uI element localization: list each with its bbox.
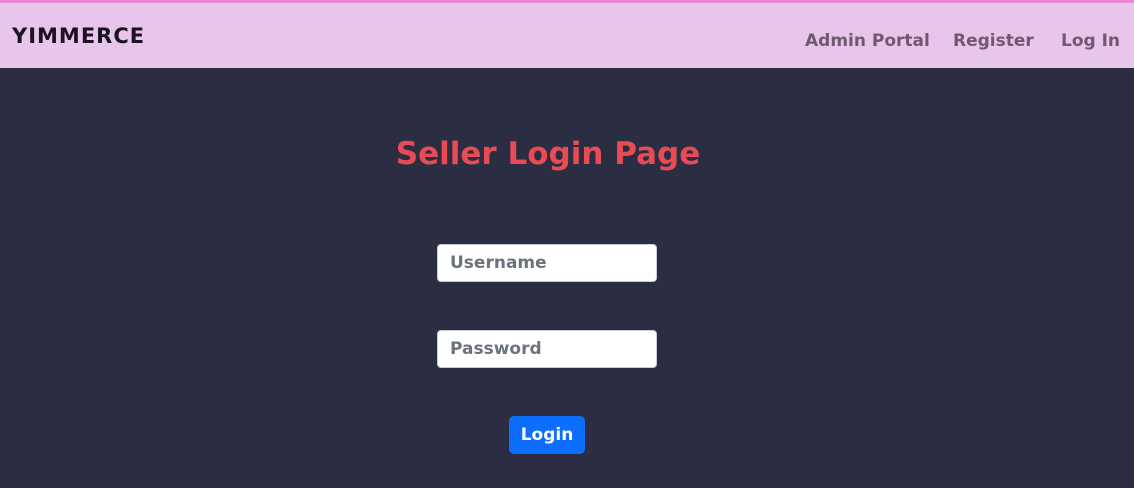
navbar: YIMMERCE Admin Portal Register Log In <box>0 0 1134 68</box>
nav-link-admin-portal[interactable]: Admin Portal <box>805 28 930 54</box>
nav-link-register[interactable]: Register <box>953 28 1034 54</box>
username-field[interactable] <box>437 244 657 282</box>
brand-logo[interactable]: YIMMERCE <box>12 23 145 49</box>
login-button[interactable]: Login <box>509 416 585 454</box>
page-title: Seller Login Page <box>395 136 701 172</box>
nav-link-log-in[interactable]: Log In <box>1061 28 1120 54</box>
password-field[interactable] <box>437 330 657 368</box>
